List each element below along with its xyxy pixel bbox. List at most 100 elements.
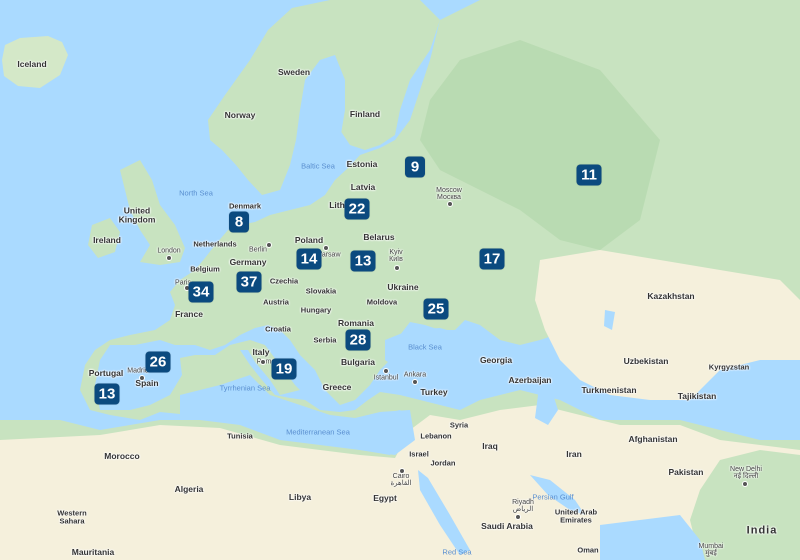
country-label-pakistan: Pakistan: [668, 466, 704, 477]
country-label-western-sahara: Western Sahara: [57, 509, 86, 525]
city-label-label-line: मुंबई: [705, 550, 717, 557]
country-label-portugal: Portugal: [88, 367, 124, 378]
cluster-marker[interactable]: 28: [345, 329, 371, 351]
country-label-kazakhstan: Kazakhstan: [647, 290, 695, 301]
country-label-bulgaria: Bulgaria: [340, 356, 376, 367]
cluster-marker[interactable]: 11: [576, 164, 602, 186]
sea-label-tyrrhenian-sea: Tyrrhenian Sea: [219, 383, 271, 393]
country-label-slovakia: Slovakia: [305, 286, 337, 296]
country-label-label-line: Kingdom: [118, 214, 156, 224]
city-label-label-line: नई दिल्ली: [733, 473, 759, 480]
country-label-united-kingdom: United Kingdom: [118, 206, 156, 224]
city-label-moscow: Moscow Москва: [436, 187, 462, 201]
country-label-lebanon: Lebanon: [420, 431, 452, 441]
city-dot-icon: [394, 265, 400, 271]
country-label-israel: Israel: [409, 449, 429, 459]
city-label-label-line: Cairo: [392, 473, 410, 480]
cluster-marker[interactable]: 25: [423, 298, 449, 320]
country-label-greece: Greece: [322, 381, 352, 392]
country-label-belarus: Belarus: [363, 231, 395, 242]
city-label-new-delhi: New Delhi नई दिल्ली: [730, 466, 762, 480]
city-label-label-line: Riyadh: [512, 499, 534, 506]
country-label-jordan: Jordan: [430, 458, 456, 468]
country-label-serbia: Serbia: [313, 335, 337, 345]
cluster-marker[interactable]: 19: [271, 358, 297, 380]
city-dot-icon: [166, 255, 172, 261]
sea-label-mediterranean-sea: Mediterranean Sea: [286, 427, 350, 437]
country-label-oman: Oman: [577, 545, 599, 555]
city-label-label-line: Kyiv: [389, 249, 403, 256]
cluster-marker[interactable]: 9: [405, 156, 425, 178]
cluster-marker[interactable]: 34: [188, 281, 214, 303]
city-label-label-line: Moscow: [436, 187, 462, 194]
country-label-ukraine: Ukraine: [387, 281, 419, 292]
sea-label-north-sea: North Sea: [179, 188, 213, 198]
country-label-finland: Finland: [349, 108, 381, 119]
city-dot-icon: [515, 514, 521, 520]
country-label-france: France: [175, 308, 203, 319]
country-label-belgium: Belgium: [190, 264, 220, 274]
city-dot-icon: [742, 481, 748, 487]
country-label-hungary: Hungary: [300, 305, 332, 315]
cluster-marker[interactable]: 14: [296, 248, 322, 270]
country-label-india: India: [746, 524, 778, 537]
cluster-marker[interactable]: 37: [236, 271, 262, 293]
country-label-uzbekistan: Uzbekistan: [623, 355, 669, 366]
country-label-tunisia: Tunisia: [227, 431, 253, 441]
city-label-label-line: New Delhi: [730, 466, 762, 473]
city-label-label-line: Москва: [437, 194, 461, 201]
city-label-london: London: [157, 247, 181, 255]
country-label-afghanistan: Afghanistan: [628, 433, 678, 444]
country-label-germany: Germany: [229, 256, 267, 267]
country-label-ireland: Ireland: [93, 234, 121, 245]
city-dot-icon: [383, 368, 389, 374]
city-dot-icon: [399, 468, 405, 474]
country-label-azerbaijan: Azerbaijan: [508, 374, 552, 385]
country-label-denmark: Denmark: [228, 201, 262, 211]
country-label-libya: Libya: [288, 491, 312, 502]
cluster-marker[interactable]: 13: [94, 383, 120, 405]
country-label-iceland: Iceland: [17, 58, 47, 69]
cluster-marker[interactable]: 17: [479, 248, 505, 270]
city-dot-icon: [266, 242, 272, 248]
country-label-netherlands: Netherlands: [193, 239, 237, 249]
cluster-marker[interactable]: 22: [344, 198, 370, 220]
country-label-moldova: Moldova: [366, 297, 398, 307]
city-label-label-line: القاهرة: [390, 480, 412, 487]
city-label-label-line: Mumbai: [698, 543, 724, 550]
sea-label-red-sea: Red Sea: [442, 547, 472, 557]
country-label-iraq: Iraq: [482, 440, 498, 451]
country-label-mauritania: Mauritania: [71, 546, 115, 557]
country-label-iran: Iran: [566, 448, 582, 459]
city-label-berlin: Berlin: [249, 246, 267, 254]
country-label-label-line: Emirates: [560, 515, 592, 524]
city-label-ankara: Ankara: [403, 371, 427, 379]
city-label-label-line: الرياض: [512, 506, 534, 513]
city-label-label-line: Київ: [389, 256, 403, 263]
city-dot-icon: [139, 375, 145, 381]
country-label-georgia: Georgia: [479, 354, 513, 365]
cluster-marker[interactable]: 8: [229, 211, 249, 233]
country-label-estonia: Estonia: [346, 158, 378, 169]
city-dot-icon: [447, 201, 453, 207]
sea-label-black-sea: Black Sea: [408, 342, 442, 352]
country-label-egypt: Egypt: [373, 492, 397, 503]
city-label-istanbul: Istanbul: [373, 374, 399, 382]
sea-label-persian-gulf: Persian Gulf: [532, 492, 574, 502]
country-label-austria: Austria: [263, 297, 289, 307]
cluster-marker[interactable]: 26: [145, 351, 171, 373]
city-label-kyiv: Kyiv Київ: [389, 249, 403, 263]
country-label-syria: Syria: [449, 420, 469, 430]
city-label-cairo: Cairo القاهرة: [391, 473, 412, 487]
country-label-saudi-arabia: Saudi Arabia: [481, 520, 533, 531]
country-label-algeria: Algeria: [174, 483, 204, 494]
country-label-romania: Romania: [338, 317, 374, 328]
country-label-united-arab-emirates: United Arab Emirates: [555, 508, 597, 524]
country-label-tajikistan: Tajikistan: [677, 390, 717, 401]
city-dot-icon: [323, 245, 329, 251]
city-dot-icon: [412, 379, 418, 385]
sea-label-baltic-sea: Baltic Sea: [301, 161, 335, 171]
country-label-sweden: Sweden: [277, 66, 311, 77]
cluster-marker[interactable]: 13: [350, 250, 376, 272]
city-label-riyadh: Riyadh الرياض: [512, 499, 534, 513]
